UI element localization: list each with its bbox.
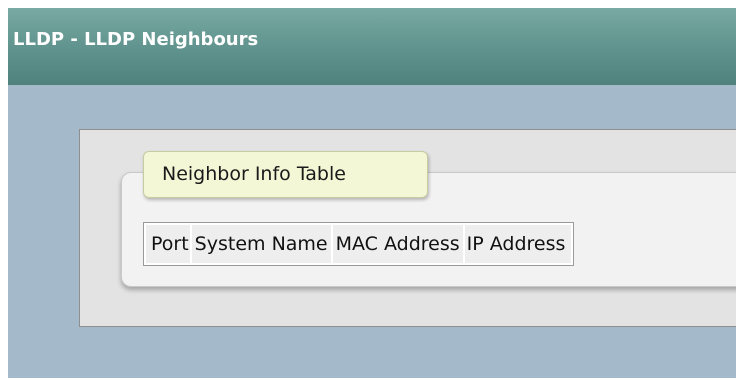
page-title: LLDP - LLDP Neighbours — [13, 29, 259, 50]
column-header-port: Port — [146, 225, 190, 263]
column-header-ip-address: IP Address — [464, 225, 572, 263]
table-header-row: Port System Name MAC Address IP Address — [146, 225, 572, 263]
page-stage: LLDP - LLDP Neighbours Neighbor Info Tab… — [0, 0, 736, 381]
column-header-mac-address: MAC Address — [332, 225, 463, 263]
column-header-system-name: System Name — [191, 225, 331, 263]
neighbor-info-table: Port System Name MAC Address IP Address — [143, 222, 575, 266]
fieldset-legend-label: Neighbor Info Table — [162, 163, 346, 185]
